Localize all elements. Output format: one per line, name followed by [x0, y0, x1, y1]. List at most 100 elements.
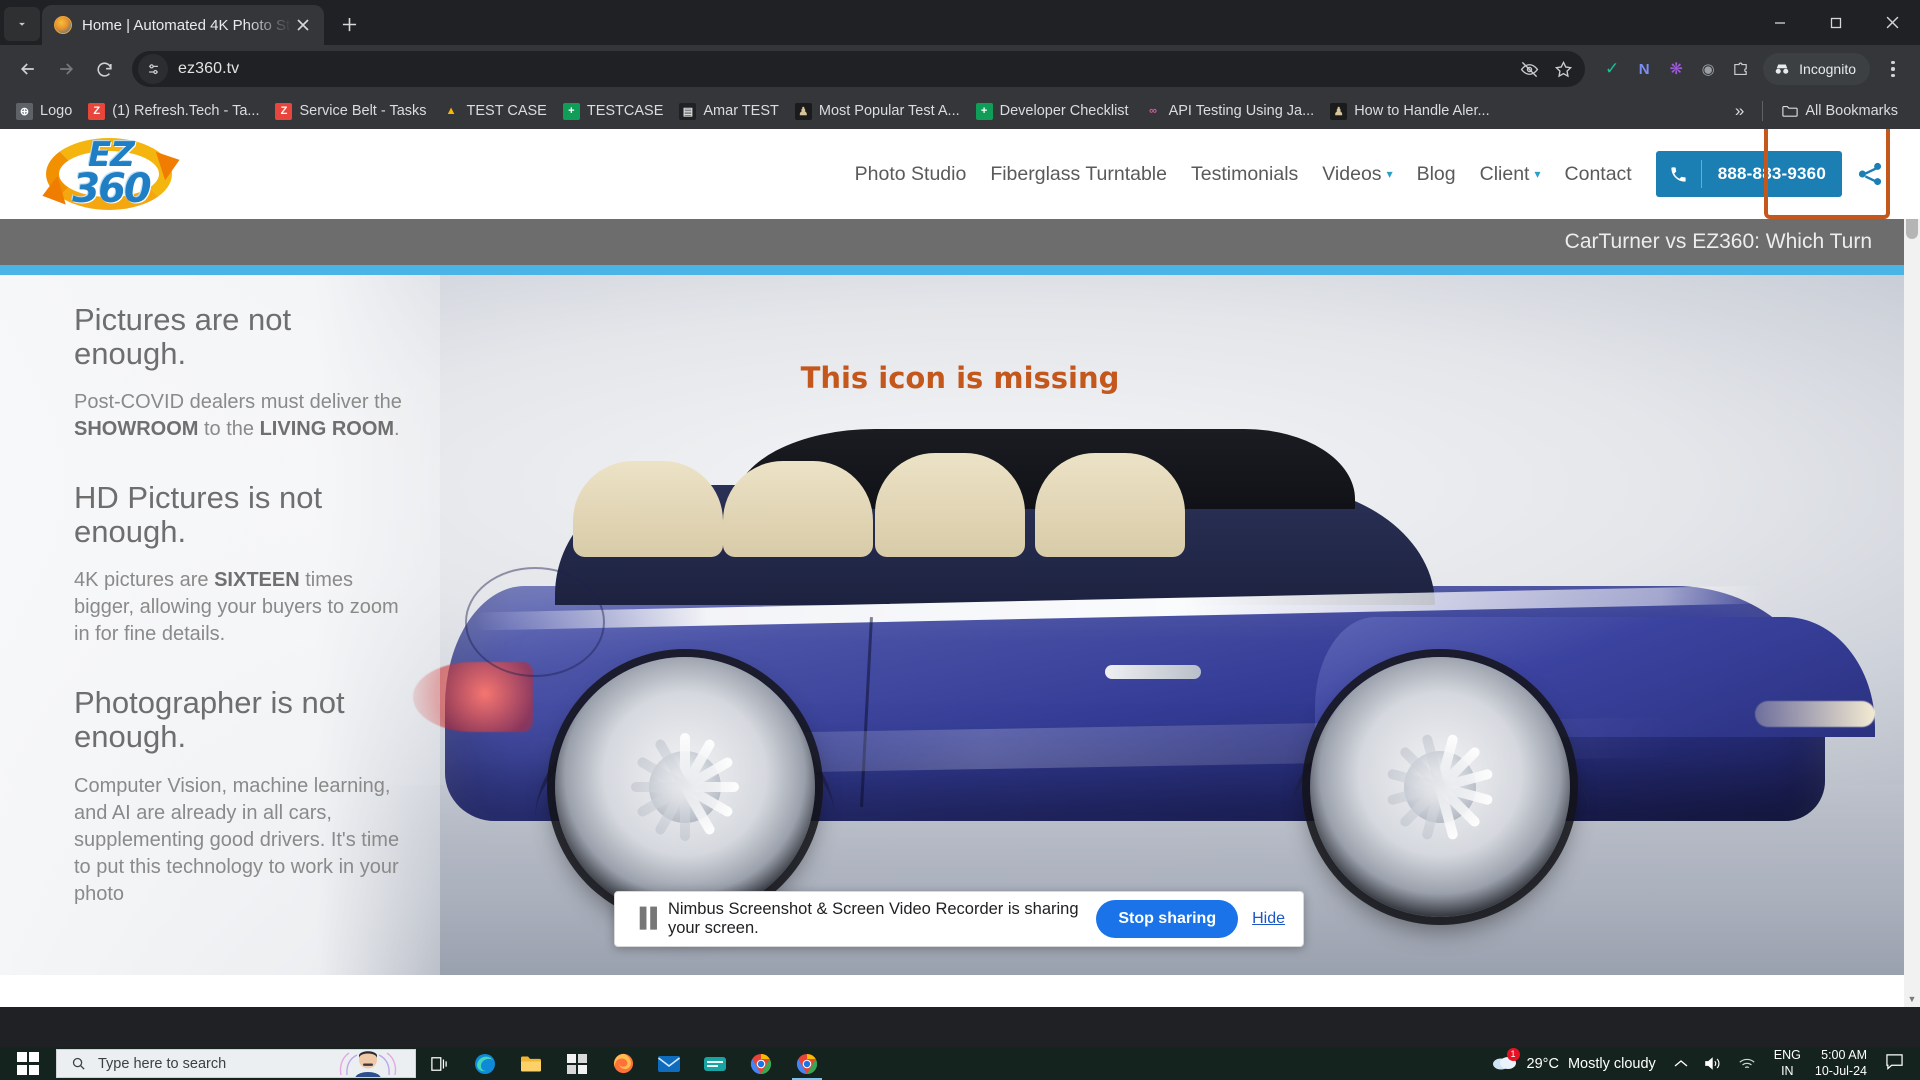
- windows-logo-icon: [16, 1052, 40, 1075]
- news-ticker[interactable]: CarTurner vs EZ360: Which Turn: [0, 219, 1920, 265]
- address-bar[interactable]: ez360.tv: [132, 51, 1586, 87]
- share-button[interactable]: [1842, 151, 1898, 197]
- firefox-icon: [613, 1053, 633, 1074]
- nav-item-videos[interactable]: Videos ▾: [1322, 163, 1392, 186]
- pause-icon[interactable]: ▐▐: [633, 908, 657, 930]
- hero-body-text: 4K pictures are: [74, 569, 215, 592]
- share-icon: [1858, 162, 1882, 186]
- forward-button[interactable]: [48, 51, 84, 87]
- car-headlight: [1755, 701, 1875, 727]
- volume-button[interactable]: [1696, 1056, 1730, 1071]
- nav-label: Testimonials: [1190, 162, 1299, 185]
- reload-button[interactable]: [86, 51, 122, 87]
- bookmark-item[interactable]: ♟ How to Handle Aler...: [1322, 99, 1497, 124]
- task-view-icon: [431, 1056, 447, 1071]
- taskbar-clock[interactable]: 5:00 AM 10-Jul-24: [1811, 1048, 1879, 1079]
- extension-grammarly-icon[interactable]: ✓: [1597, 54, 1627, 84]
- bookmark-item[interactable]: Z (1) Refresh.Tech - Ta...: [80, 99, 267, 124]
- bookmark-item[interactable]: ▲ TEST CASE: [435, 99, 555, 124]
- phone-glyph: [1671, 166, 1686, 182]
- tab-close-button[interactable]: [292, 14, 314, 36]
- task-view-button[interactable]: [416, 1047, 462, 1080]
- network-button[interactable]: [1730, 1057, 1764, 1071]
- shield-icon: ♟: [1330, 102, 1348, 120]
- bookmark-star-button[interactable]: [1549, 55, 1577, 83]
- taskbar-firefox[interactable]: [600, 1047, 646, 1080]
- bookmark-item[interactable]: ♟ Most Popular Test A...: [787, 99, 968, 124]
- nav-item-blog[interactable]: Blog: [1417, 163, 1456, 186]
- bookmark-item[interactable]: Z Service Belt - Tasks: [267, 99, 434, 124]
- taskbar-edge[interactable]: [462, 1047, 508, 1080]
- start-button[interactable]: [0, 1047, 56, 1080]
- folder-icon: [1781, 103, 1798, 120]
- tab-search-button[interactable]: [4, 7, 40, 41]
- all-bookmarks-button[interactable]: All Bookmarks: [1773, 99, 1906, 124]
- browser-tab[interactable]: Home | Automated 4K Photo St: [42, 5, 324, 45]
- taskbar-search-input[interactable]: Type here to search: [56, 1049, 416, 1078]
- nav-item-testimonials[interactable]: Testimonials: [1191, 163, 1298, 186]
- incognito-indicator[interactable]: Incognito: [1763, 53, 1870, 85]
- omnibox-actions: [1515, 55, 1577, 83]
- zoho-icon: Z: [275, 102, 293, 120]
- maximize-button[interactable]: [1808, 0, 1864, 45]
- bookmark-item[interactable]: + TESTCASE: [555, 99, 672, 124]
- hero-body-text: Computer Vision, machine learning, and A…: [74, 774, 400, 905]
- nav-item-photo-studio[interactable]: Photo Studio: [855, 163, 967, 186]
- phone-button[interactable]: 888-883-9360: [1655, 151, 1842, 197]
- minimize-button[interactable]: [1752, 0, 1808, 45]
- car-wheel: [555, 657, 815, 917]
- taskbar-microsoft-store[interactable]: [554, 1047, 600, 1080]
- action-center-button[interactable]: [1879, 1053, 1916, 1075]
- folder-glyph: [1782, 105, 1798, 117]
- close-icon: [1886, 16, 1898, 29]
- google-drive-icon: ▲: [445, 105, 457, 117]
- extensions-button[interactable]: [1725, 54, 1755, 84]
- page-scrollbar[interactable]: ▲ ▼: [1904, 129, 1920, 1007]
- car-seat: [573, 461, 723, 557]
- nav-item-fiberglass-turntable[interactable]: Fiberglass Turntable: [990, 163, 1167, 186]
- back-button[interactable]: [10, 51, 46, 87]
- hero-body-emphasis: SHOWROOM: [74, 418, 199, 441]
- bookmark-label: Most Popular Test A...: [818, 103, 960, 119]
- nav-item-contact[interactable]: Contact: [1565, 163, 1632, 186]
- site-settings-icon[interactable]: [138, 54, 168, 84]
- chrome-menu-button[interactable]: [1876, 52, 1910, 86]
- bookmark-item[interactable]: ∞ API Testing Using Ja...: [1137, 99, 1323, 124]
- bookmarks-overflow-button[interactable]: »: [1727, 99, 1752, 123]
- third-party-cookie-icon[interactable]: [1515, 55, 1543, 83]
- taskbar-chrome[interactable]: [738, 1047, 784, 1080]
- taskbar-chrome-incognito[interactable]: [784, 1047, 830, 1080]
- language-indicator[interactable]: ENG IN: [1764, 1048, 1811, 1079]
- arrow-left-icon: [20, 63, 34, 75]
- google-sheets-icon: +: [975, 102, 993, 120]
- maximize-icon: [1830, 17, 1842, 28]
- incognito-icon: [1775, 64, 1789, 74]
- taskbar-mail[interactable]: [646, 1047, 692, 1080]
- weather-widget[interactable]: 1 29°C Mostly cloudy: [1482, 1047, 1666, 1076]
- clock-date: 10-Jul-24: [1814, 1063, 1867, 1078]
- taskbar-file-explorer[interactable]: [508, 1047, 554, 1080]
- stop-sharing-button[interactable]: Stop sharing: [1096, 900, 1239, 938]
- show-hidden-icons-button[interactable]: [1666, 1059, 1696, 1068]
- puzzle-icon: [1733, 62, 1747, 75]
- extension-puzzle-purple-icon[interactable]: ❋: [1661, 54, 1691, 84]
- ez360-logo[interactable]: EZ 360: [36, 130, 186, 218]
- new-tab-button[interactable]: [332, 7, 366, 41]
- scroll-down-arrow[interactable]: ▼: [1904, 991, 1920, 1007]
- extension-nimbus-icon[interactable]: N: [1629, 54, 1659, 84]
- hide-notification-link[interactable]: Hide: [1252, 910, 1285, 928]
- close-window-button[interactable]: [1864, 0, 1920, 45]
- nav-label: Videos: [1322, 162, 1382, 185]
- taskbar-app-teal[interactable]: [692, 1047, 738, 1080]
- globe-icon: ⊕: [16, 102, 33, 120]
- close-icon: [297, 19, 309, 31]
- tab-title: Home | Automated 4K Photo St: [82, 16, 291, 34]
- bookmark-item[interactable]: ⊕ Logo: [8, 99, 80, 124]
- nav-item-client[interactable]: Client ▾: [1480, 163, 1541, 186]
- nav-label: Fiberglass Turntable: [990, 162, 1167, 185]
- extension-camera-icon[interactable]: ◉: [1693, 54, 1723, 84]
- browser-window: Home | Automated 4K Photo St ez360.tv ✓ …: [0, 0, 1920, 1047]
- bookmark-item[interactable]: ▤ Amar TEST: [671, 99, 786, 124]
- edge-icon: [475, 1053, 495, 1074]
- bookmark-item[interactable]: + Developer Checklist: [968, 99, 1137, 124]
